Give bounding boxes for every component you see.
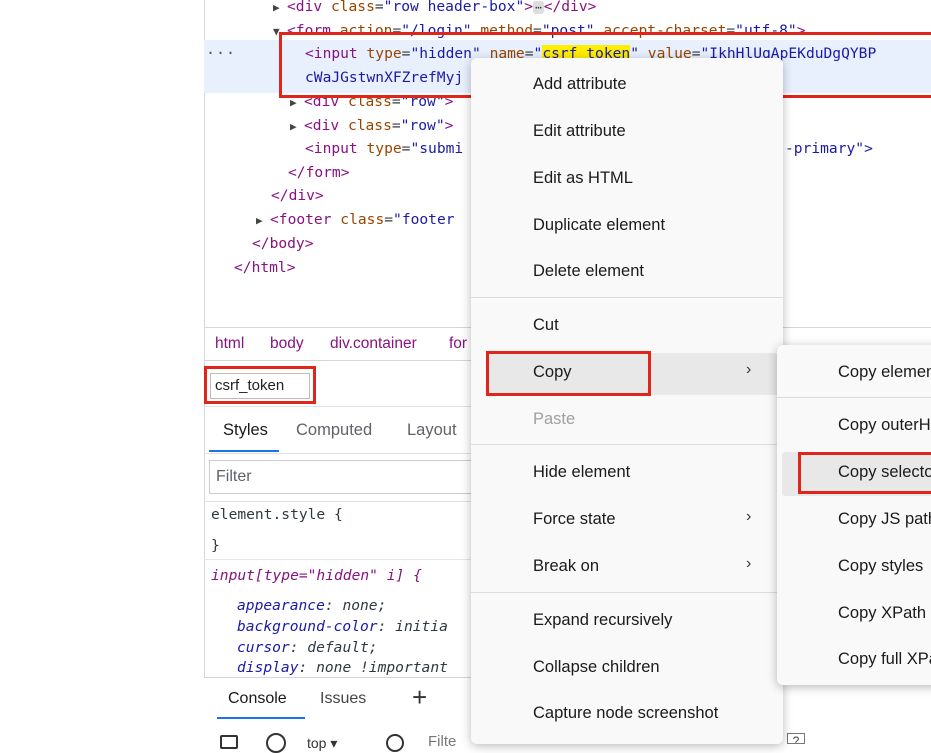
annotation-box-copy	[486, 351, 651, 396]
submenu-item-copy-outerhtml[interactable]: Copy outerHTML	[838, 416, 931, 435]
rule-element-style-selector[interactable]: element.style {	[211, 506, 343, 523]
tab-layout[interactable]: Layout	[407, 421, 457, 440]
breadcrumb-form[interactable]: for	[449, 335, 467, 353]
menu-item-paste: Paste	[533, 410, 576, 428]
breadcrumb-html[interactable]: html	[215, 335, 244, 353]
context-selector[interactable]: top ▾	[307, 735, 357, 751]
console-tab-indicator	[217, 717, 305, 719]
menu-item-collapse-children[interactable]: Collapse children	[533, 658, 660, 677]
rule-element-style-close: }	[211, 537, 220, 554]
left-blank-area	[0, 0, 204, 744]
chevron-right-icon: ›	[746, 555, 752, 572]
menu-item-break-on[interactable]: Break on	[533, 557, 599, 576]
menu-item-force-state[interactable]: Force state	[533, 510, 616, 529]
menu-separator	[471, 297, 783, 298]
breadcrumb-body[interactable]: body	[270, 335, 304, 353]
submenu-separator	[777, 397, 931, 398]
drawer-tab-issues[interactable]: Issues	[320, 690, 366, 708]
expand-triangle-icon[interactable]: ▶	[256, 209, 270, 232]
submenu-item-copy-styles[interactable]: Copy styles	[838, 557, 923, 576]
add-tab-plus-icon[interactable]: +	[412, 682, 427, 713]
tree-line-body-close[interactable]: </body>	[252, 232, 314, 255]
tree-line-submit-tail: -primary">	[785, 140, 873, 157]
expand-triangle-icon[interactable]: ▶	[290, 115, 304, 138]
sidebar-toggle-icon[interactable]	[220, 735, 238, 749]
menu-item-expand-recursively[interactable]: Expand recursively	[533, 611, 672, 630]
tab-computed[interactable]: Computed	[296, 421, 372, 440]
tree-line-submit-input[interactable]: <input type="submi	[305, 137, 463, 160]
submenu-item-copy-element[interactable]: Copy element	[838, 363, 931, 382]
rule-input-hidden-selector[interactable]: input[type="hidden" i] {	[211, 567, 422, 584]
active-tab-indicator	[209, 450, 279, 452]
submenu-item-copy-js-path[interactable]: Copy JS path	[838, 510, 931, 529]
style-prop-cursor[interactable]: cursor: default;	[237, 639, 378, 656]
style-prop-appearance[interactable]: appearance: none;	[237, 597, 386, 614]
menu-item-hide-element[interactable]: Hide element	[533, 463, 630, 482]
drawer-tab-console[interactable]: Console	[228, 690, 287, 708]
menu-separator	[471, 592, 783, 593]
breadcrumb-div-container[interactable]: div.container	[330, 335, 417, 353]
tab-styles[interactable]: Styles	[223, 421, 268, 440]
chevron-right-icon: ›	[746, 361, 752, 378]
menu-item-duplicate-element[interactable]: Duplicate element	[533, 216, 665, 235]
menu-item-add-attribute[interactable]: Add attribute	[533, 75, 627, 94]
tree-line-footer[interactable]: ▶ <footer class="footer	[256, 208, 455, 231]
node-options-dots-icon[interactable]: ···	[206, 44, 236, 62]
console-filter-input[interactable]: Filte	[428, 733, 456, 747]
menu-item-edit-as-html[interactable]: Edit as HTML	[533, 169, 633, 188]
tree-line-header-box[interactable]: ▶ <div class="row header-box"> ⋯ </div>	[273, 0, 596, 18]
tree-line-form-close[interactable]: </form>	[288, 161, 350, 184]
help-icon[interactable]: ?	[787, 733, 805, 744]
collapsed-ellipsis-icon[interactable]: ⋯	[533, 1, 544, 14]
style-prop-background-color[interactable]: background-color: initia	[237, 618, 448, 635]
menu-item-capture-node-screenshot[interactable]: Capture node screenshot	[533, 704, 718, 723]
tree-line-div-close[interactable]: </div>	[271, 184, 324, 207]
tree-line-div-row-2[interactable]: ▶ <div class="row">	[290, 114, 453, 137]
menu-item-cut[interactable]: Cut	[533, 316, 559, 335]
context-menu	[471, 58, 783, 744]
annotation-box-copy-selector	[798, 452, 931, 494]
submenu-item-copy-full-xpath[interactable]: Copy full XPath	[838, 650, 931, 669]
menu-item-edit-attribute[interactable]: Edit attribute	[533, 122, 626, 141]
submenu-item-copy-xpath[interactable]: Copy XPath	[838, 604, 926, 623]
clear-console-icon[interactable]	[266, 733, 286, 753]
annotation-box-search	[204, 366, 316, 404]
menu-separator	[471, 444, 783, 445]
styles-filter-input[interactable]: Filter	[209, 460, 509, 494]
eye-icon[interactable]	[386, 734, 404, 752]
menu-item-delete-element[interactable]: Delete element	[533, 262, 644, 281]
style-prop-display[interactable]: display: none !important	[237, 659, 448, 676]
chevron-right-icon: ›	[746, 508, 752, 525]
tree-line-html-close[interactable]: </html>	[234, 256, 296, 279]
expand-triangle-icon[interactable]: ▶	[273, 0, 287, 19]
